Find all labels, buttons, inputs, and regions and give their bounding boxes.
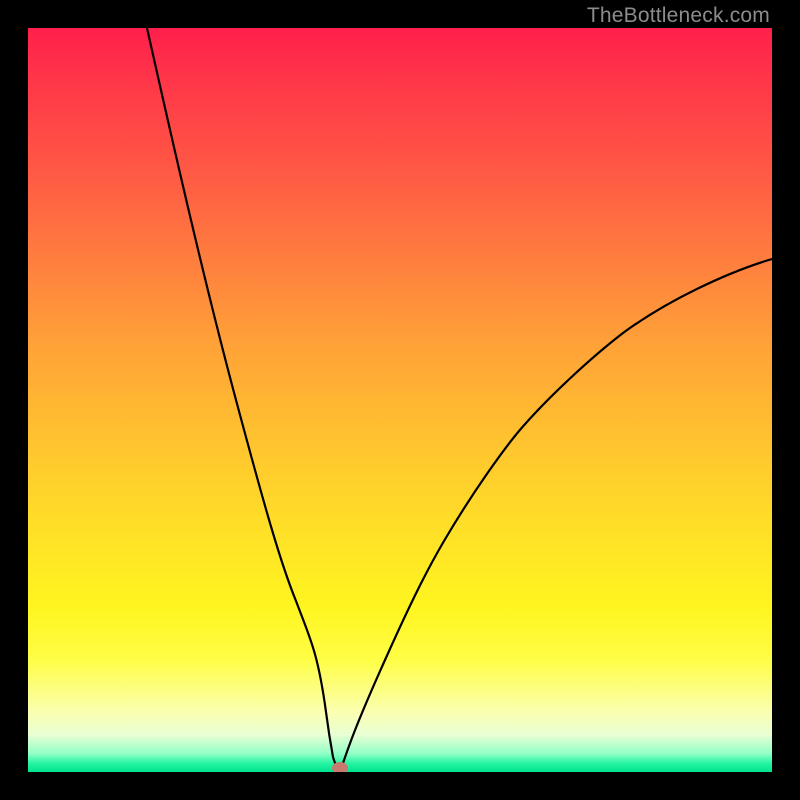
curve-layer [28,28,772,772]
chart-frame: TheBottleneck.com [0,0,800,800]
plot-area [28,28,772,772]
watermark-text: TheBottleneck.com [587,4,770,28]
bottleneck-curve [147,28,772,772]
